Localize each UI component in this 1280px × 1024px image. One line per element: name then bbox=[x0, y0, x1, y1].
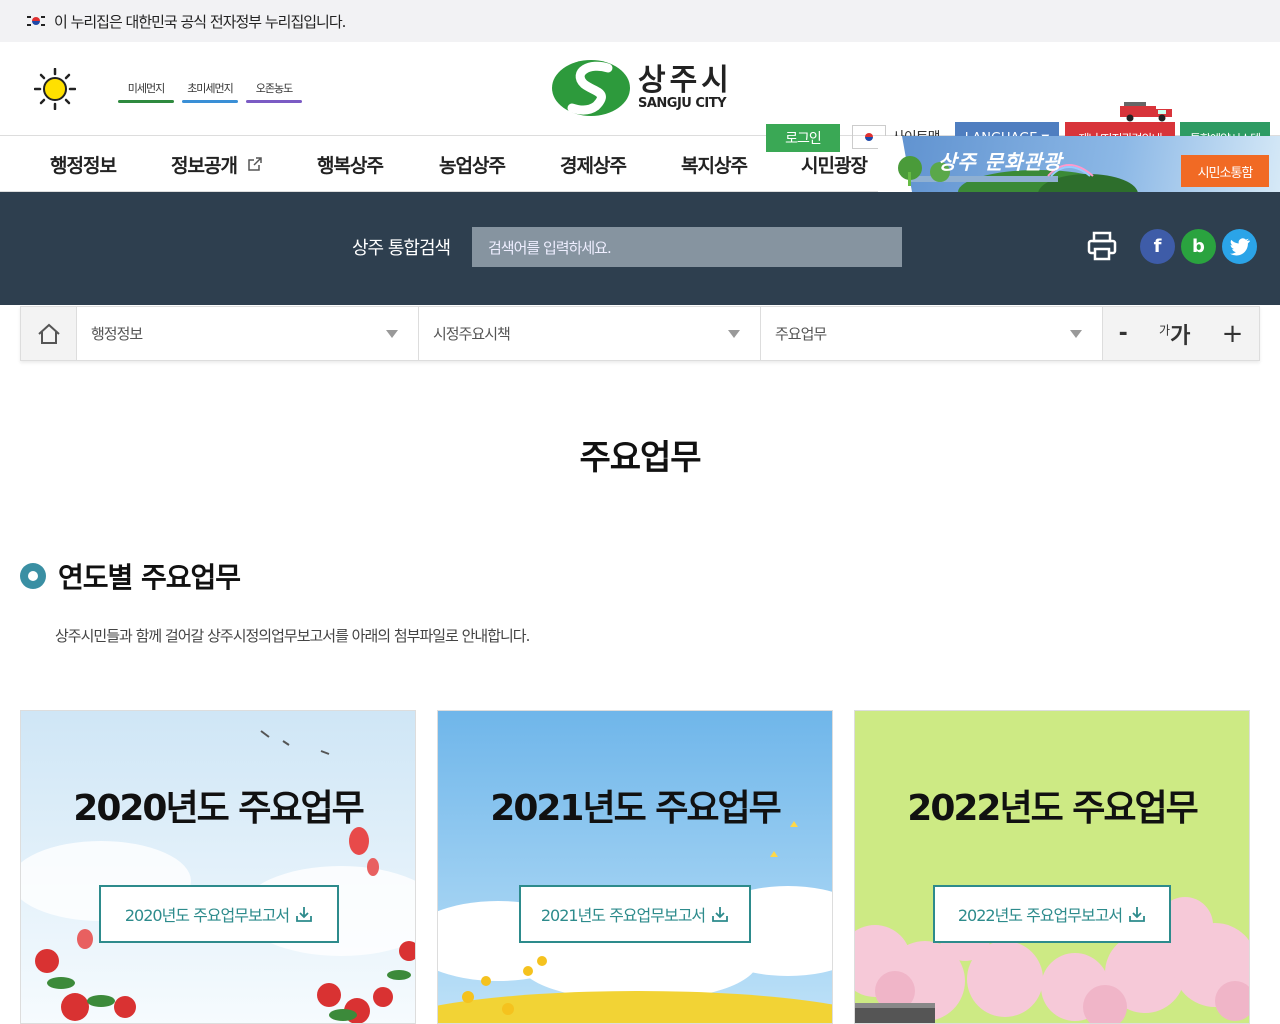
sangju-logo-mark-icon bbox=[552, 60, 630, 116]
civil-communication-button[interactable]: 시민소통함 bbox=[1181, 155, 1269, 187]
gnb-item-happy[interactable]: 행복상주 bbox=[317, 151, 439, 178]
card-2022: 2022년도 주요업무 2022년도 주요업무보고서 bbox=[854, 710, 1250, 1024]
download-report-button-2022[interactable]: 2022년도 주요업무보고서 bbox=[933, 885, 1171, 943]
facebook-icon[interactable]: f bbox=[1140, 229, 1175, 264]
rapeseed-field-illustration bbox=[438, 711, 832, 1023]
site-header: 미세먼지 초미세먼지 오존농도 상주시 SANGJU CITY 로그인 사이트맵… bbox=[0, 42, 1280, 154]
korea-flag-icon bbox=[26, 14, 46, 28]
download-icon bbox=[712, 907, 729, 922]
gnb-item-citizen[interactable]: 시민광장 bbox=[801, 151, 881, 178]
download-icon bbox=[296, 907, 313, 922]
card-2020: 2020년도 주요업무 2020년도 주요업무보고서 bbox=[20, 710, 416, 1024]
caret-down-icon bbox=[728, 329, 740, 338]
font-decrease-button[interactable]: - bbox=[1119, 321, 1128, 346]
spring-flowers-illustration bbox=[21, 711, 415, 1023]
logo-text-en: SANGJU CITY bbox=[638, 95, 727, 111]
font-size-controls: - 가가 + bbox=[1103, 307, 1259, 360]
cherry-blossom-illustration bbox=[855, 711, 1249, 1023]
gnb-item-welfare[interactable]: 복지상주 bbox=[681, 151, 801, 178]
air-item-pm10[interactable]: 미세먼지 bbox=[118, 80, 174, 107]
card-title: 2022년도 주요업무 bbox=[907, 788, 1198, 829]
download-report-button-2021[interactable]: 2021년도 주요업무보고서 bbox=[519, 885, 751, 943]
air-item-ozone[interactable]: 오존농도 bbox=[246, 80, 302, 107]
fire-truck-icon bbox=[1120, 102, 1172, 122]
gnb-item-economy[interactable]: 경제상주 bbox=[560, 151, 681, 178]
home-icon bbox=[37, 323, 60, 344]
gnb-item-agriculture[interactable]: 농업상주 bbox=[439, 151, 560, 178]
external-link-icon bbox=[248, 157, 262, 171]
location-select-level2[interactable]: 시정주요시책 bbox=[419, 307, 761, 360]
weather-sun-icon bbox=[34, 68, 76, 110]
twitter-icon[interactable] bbox=[1222, 229, 1257, 264]
air-item-pm25[interactable]: 초미세먼지 bbox=[182, 80, 238, 107]
caret-down-icon bbox=[386, 329, 398, 338]
page-title: 주요업무 bbox=[579, 438, 701, 478]
download-report-button-2020[interactable]: 2020년도 주요업무보고서 bbox=[99, 885, 339, 943]
card-2021: 2021년도 주요업무 2021년도 주요업무보고서 bbox=[437, 710, 833, 1024]
section-description: 상주시민들과 함께 걸어갈 상주시정의업무보고서를 아래의 첨부파일로 안내합니… bbox=[55, 627, 530, 645]
blog-icon[interactable]: b bbox=[1181, 229, 1216, 264]
card-title: 2021년도 주요업무 bbox=[490, 788, 781, 829]
gnb-item-admin[interactable]: 행정정보 bbox=[50, 151, 171, 178]
logo-text-ko: 상주시 bbox=[638, 62, 733, 98]
search-label: 상주 통합검색 bbox=[352, 238, 451, 259]
search-input[interactable]: 검색어를 입력하세요. bbox=[472, 227, 902, 267]
font-increase-button[interactable]: + bbox=[1222, 319, 1244, 349]
main-navigation: 행정정보 정보공개 행복상주 농업상주 경제상주 복지상주 시민광장 상주 문화… bbox=[0, 136, 1280, 192]
download-icon bbox=[1129, 907, 1146, 922]
font-reset-button[interactable]: 가가 bbox=[1159, 318, 1190, 350]
gnb-item-disclosure[interactable]: 정보공개 bbox=[171, 151, 317, 178]
air-quality-list: 미세먼지 초미세먼지 오존농도 bbox=[118, 80, 302, 107]
home-button[interactable] bbox=[21, 307, 77, 360]
site-logo[interactable]: 상주시 SANGJU CITY bbox=[550, 58, 733, 118]
card-title: 2020년도 주요업무 bbox=[73, 788, 364, 829]
gov-banner-text: 이 누리집은 대한민국 공식 전자정부 누리집입니다. bbox=[54, 12, 346, 31]
tour-banner-text: 상주 문화관광 bbox=[938, 150, 1063, 174]
gov-banner: 이 누리집은 대한민국 공식 전자정부 누리집입니다. bbox=[0, 0, 1280, 42]
location-select-level3[interactable]: 주요업무 bbox=[761, 307, 1103, 360]
search-band: 상주 통합검색 검색어를 입력하세요. f b bbox=[0, 192, 1280, 305]
bullet-icon bbox=[20, 563, 46, 589]
location-bar: 행정정보 시정주요시책 주요업무 - 가가 + bbox=[20, 306, 1260, 361]
location-select-level1[interactable]: 행정정보 bbox=[77, 307, 419, 360]
section-title: 연도별 주요업무 bbox=[20, 556, 241, 596]
caret-down-icon bbox=[1070, 329, 1082, 338]
print-icon[interactable] bbox=[1086, 230, 1118, 262]
